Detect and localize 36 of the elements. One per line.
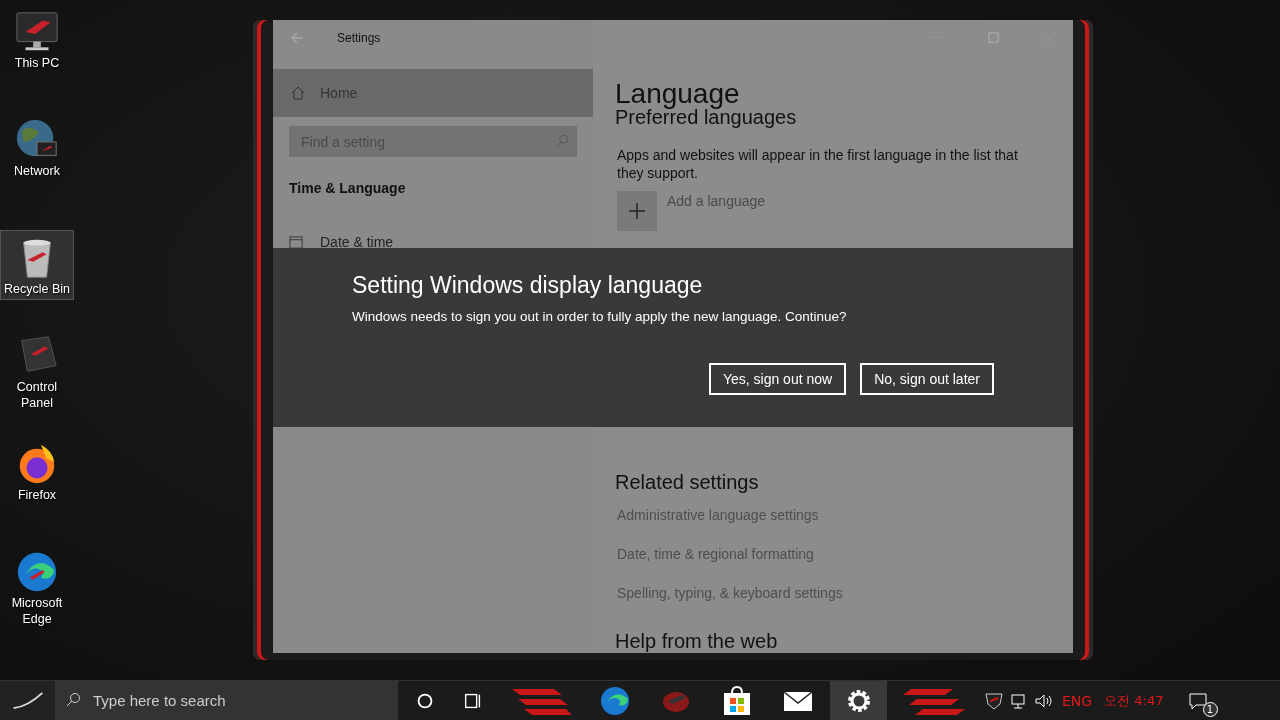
desktop-icon[interactable]: Recycle Bin — [0, 230, 74, 300]
desktop-icon[interactable]: Microsoft Edge — [0, 544, 74, 650]
desktop-icon[interactable]: Control Panel — [0, 328, 74, 434]
house-icon — [290, 85, 306, 101]
icon-label: Firefox — [17, 487, 57, 503]
section-heading: Time & Language — [289, 180, 407, 196]
shield-icon[interactable] — [984, 690, 1004, 711]
language-indicator[interactable]: ENG — [1062, 692, 1093, 709]
nav-item[interactable]: Date & time — [289, 234, 577, 250]
start-button[interactable] — [0, 681, 55, 720]
dialog-button[interactable]: No, sign out later — [860, 363, 994, 395]
icon-label: Recycle Bin — [4, 281, 70, 297]
dialog-button[interactable]: Yes, sign out now — [708, 363, 847, 395]
taskbar-app[interactable] — [830, 681, 887, 720]
plus-icon — [628, 202, 646, 220]
icon-label: Microsoft Edge — [10, 595, 64, 627]
add-language-button[interactable] — [617, 191, 657, 231]
search-icon — [555, 134, 569, 148]
clock[interactable]: 오전 4:47 — [1104, 691, 1164, 710]
icon-label: Network — [14, 163, 60, 179]
page-title: Language — [615, 77, 741, 109]
icon-label: This PC — [14, 55, 60, 71]
icon-label: Control Panel — [15, 379, 59, 411]
window-title: Settings — [337, 30, 381, 45]
taskbar-search-field[interactable]: Type here to search — [55, 681, 398, 720]
desktop-icon[interactable]: Network — [0, 112, 74, 218]
dialog-message: Windows needs to sign you out in order to fully apply the new language. Continue? — [352, 309, 847, 324]
wave-browser-icon — [598, 684, 631, 717]
notification-count: 1 — [1202, 701, 1218, 717]
desktop-icon[interactable]: Firefox — [0, 436, 74, 542]
notification-icon[interactable] — [1187, 690, 1208, 711]
section-heading: Help from the web — [615, 630, 779, 653]
dialog-title: Setting Windows display language — [352, 271, 703, 300]
desktop-icon[interactable]: This PC — [0, 4, 74, 110]
description-text: Apps and websites will appear in the first language in the list that they support. — [617, 146, 1019, 182]
section-heading: Related settings — [615, 471, 760, 494]
